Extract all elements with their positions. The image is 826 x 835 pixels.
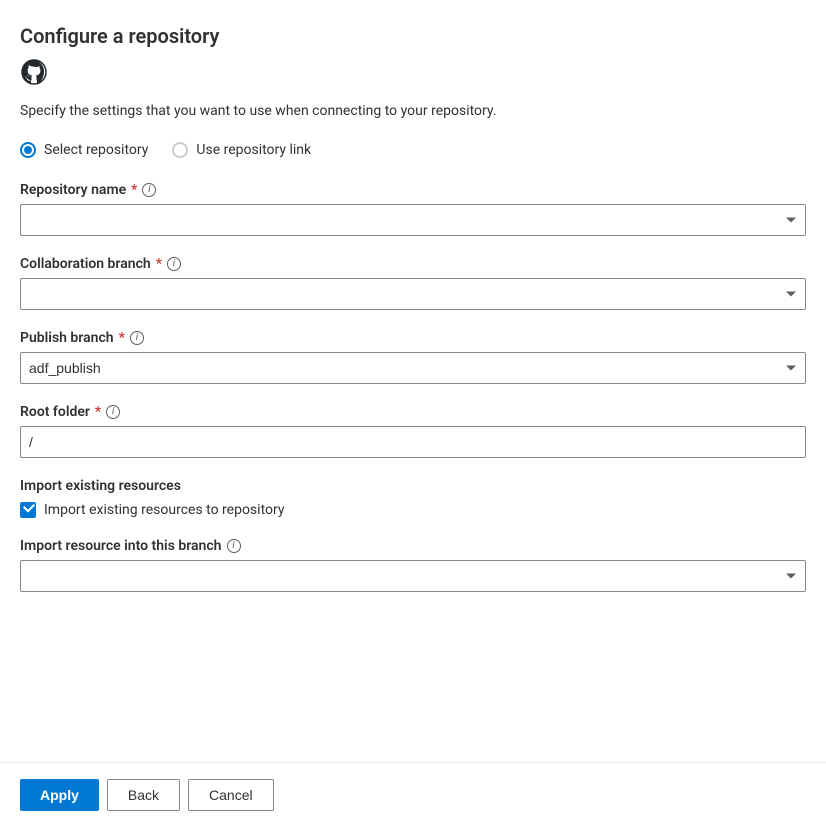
publish-branch-label: Publish branch * i (20, 330, 806, 346)
root-folder-field: Root folder * i (20, 404, 806, 458)
repository-name-info-icon[interactable]: i (142, 183, 156, 197)
publish-branch-label-text: Publish branch (20, 330, 114, 346)
repository-name-dropdown[interactable] (20, 204, 806, 236)
repository-name-field: Repository name * i (20, 182, 806, 236)
apply-button[interactable]: Apply (20, 779, 99, 811)
cancel-button[interactable]: Cancel (188, 779, 274, 811)
publish-branch-required: * (119, 330, 125, 346)
publish-branch-dropdown[interactable]: adf_publish (20, 352, 806, 384)
radio-select-repository-input[interactable] (20, 142, 36, 158)
import-resources-checkbox[interactable] (20, 502, 36, 518)
back-button[interactable]: Back (107, 779, 180, 811)
radio-use-link[interactable]: Use repository link (172, 142, 311, 158)
collaboration-branch-dropdown[interactable] (20, 278, 806, 310)
collaboration-branch-label-text: Collaboration branch (20, 256, 151, 272)
radio-group: Select repository Use repository link (20, 142, 806, 158)
import-resources-group: Import existing resources Import existin… (20, 478, 806, 518)
publish-branch-info-icon[interactable]: i (130, 331, 144, 345)
collaboration-branch-label: Collaboration branch * i (20, 256, 806, 272)
content-area: Configure a repository Specify the setti… (20, 24, 806, 762)
import-resources-checkbox-option[interactable]: Import existing resources to repository (20, 502, 806, 518)
root-folder-input[interactable] (20, 426, 806, 458)
import-branch-info-icon[interactable]: i (227, 539, 241, 553)
root-folder-required: * (95, 404, 101, 420)
radio-use-link-label: Use repository link (196, 142, 311, 158)
footer-buttons: Apply Back Cancel (20, 779, 806, 835)
import-branch-field: Import resource into this branch i (20, 538, 806, 592)
repository-name-label-text: Repository name (20, 182, 126, 198)
repository-name-required: * (131, 182, 137, 198)
publish-branch-dropdown-wrapper: adf_publish (20, 352, 806, 384)
repository-name-dropdown-wrapper (20, 204, 806, 236)
root-folder-label-text: Root folder (20, 404, 90, 420)
root-folder-label: Root folder * i (20, 404, 806, 420)
github-icon (20, 58, 806, 90)
import-resources-checkbox-label: Import existing resources to repository (44, 502, 284, 518)
collaboration-branch-info-icon[interactable]: i (167, 257, 181, 271)
collaboration-branch-dropdown-wrapper (20, 278, 806, 310)
page-container: Configure a repository Specify the setti… (0, 0, 826, 835)
import-resources-label: Import existing resources (20, 478, 806, 494)
radio-select-repository-label: Select repository (44, 142, 148, 158)
collaboration-branch-required: * (156, 256, 162, 272)
page-title: Configure a repository (20, 24, 806, 48)
footer-divider (0, 762, 826, 763)
publish-branch-field: Publish branch * i adf_publish (20, 330, 806, 384)
root-folder-info-icon[interactable]: i (106, 405, 120, 419)
radio-select-repository[interactable]: Select repository (20, 142, 148, 158)
description-text: Specify the settings that you want to us… (20, 102, 806, 122)
collaboration-branch-field: Collaboration branch * i (20, 256, 806, 310)
import-branch-dropdown[interactable] (20, 560, 806, 592)
repository-name-label: Repository name * i (20, 182, 806, 198)
import-branch-label: Import resource into this branch i (20, 538, 806, 554)
radio-use-link-input[interactable] (172, 142, 188, 158)
import-branch-dropdown-wrapper (20, 560, 806, 592)
import-branch-label-text: Import resource into this branch (20, 538, 222, 554)
